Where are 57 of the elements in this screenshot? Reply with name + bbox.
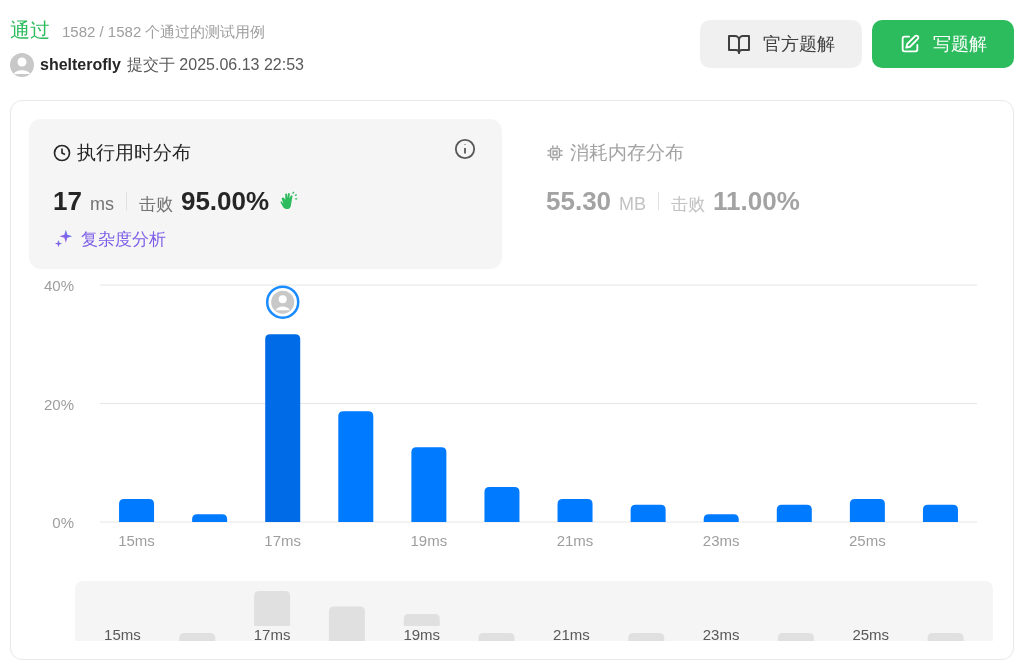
histogram-bar[interactable] xyxy=(411,447,447,522)
complexity-analysis-link[interactable]: 复杂度分析 xyxy=(53,226,166,252)
book-icon xyxy=(727,32,751,56)
histogram-bar[interactable] xyxy=(922,504,958,522)
y-axis-label: 20% xyxy=(43,395,74,413)
histogram-bar[interactable] xyxy=(338,411,374,522)
overview-label: 17ms xyxy=(253,626,291,641)
overview-label: 21ms xyxy=(553,626,590,641)
y-axis-label: 40% xyxy=(43,277,74,294)
overview-label: 23ms xyxy=(702,626,740,641)
status-text: 通过 xyxy=(10,18,50,43)
username[interactable]: shelterofly xyxy=(40,53,121,77)
histogram-bar[interactable] xyxy=(119,498,155,522)
overview-strip[interactable]: 15ms 17ms 19ms 21ms 23ms 25ms xyxy=(75,581,993,641)
stat-unit: ms xyxy=(89,192,114,216)
official-solution-button[interactable]: 官方题解 xyxy=(700,20,862,68)
x-axis-label: 21ms xyxy=(556,532,594,549)
overview-bar xyxy=(777,633,814,641)
x-axis-label: 25ms xyxy=(849,532,886,549)
info-icon[interactable] xyxy=(454,138,476,160)
submit-time: 提交于 2025.06.13 22:53 xyxy=(126,55,304,75)
histogram-bar[interactable] xyxy=(776,504,812,522)
stat-tab[interactable]: 执行用时分布 17 ms 击败 95.00% 复杂度分析 xyxy=(29,119,502,269)
overview-label: 25ms xyxy=(852,626,890,641)
clock-icon xyxy=(53,144,71,163)
beats-label: 击败 xyxy=(671,193,706,216)
stat-title: 消耗内存分布 xyxy=(570,141,684,165)
test-summary: 1582 / 1582 个通过的测试用例 xyxy=(62,22,266,42)
overview-bar xyxy=(179,633,216,641)
histogram-bar[interactable] xyxy=(484,487,520,522)
avatar-marker xyxy=(265,285,300,319)
avatar-icon xyxy=(10,53,34,77)
overview-label: 19ms xyxy=(403,626,441,641)
histogram-bar[interactable] xyxy=(703,514,739,522)
stat-value: 17 xyxy=(53,184,82,218)
chip-icon xyxy=(546,144,564,163)
beats-label: 击败 xyxy=(138,193,173,216)
histogram-bar[interactable] xyxy=(557,498,593,522)
stat-unit: MB xyxy=(619,192,647,216)
x-axis-label: 17ms xyxy=(264,532,302,549)
beats-percent: 95.00% xyxy=(180,184,270,218)
overview-bar xyxy=(478,633,515,641)
y-axis-label: 0% xyxy=(52,514,74,531)
edit-icon xyxy=(899,33,921,55)
histogram-bar[interactable] xyxy=(192,514,228,522)
x-axis-label: 19ms xyxy=(410,532,448,549)
overview-bar xyxy=(927,633,964,641)
x-axis-label: 23ms xyxy=(702,532,740,549)
beats-percent: 11.00% xyxy=(713,184,800,218)
overview-bar xyxy=(628,633,665,641)
stat-value: 55.30 xyxy=(546,184,612,218)
histogram-bar[interactable] xyxy=(265,334,301,522)
stat-title: 执行用时分布 xyxy=(77,141,191,165)
x-axis-label: 15ms xyxy=(118,532,155,549)
histogram-bar[interactable] xyxy=(849,498,885,522)
histogram-bar[interactable] xyxy=(630,504,666,522)
overview-label: 15ms xyxy=(104,626,141,641)
